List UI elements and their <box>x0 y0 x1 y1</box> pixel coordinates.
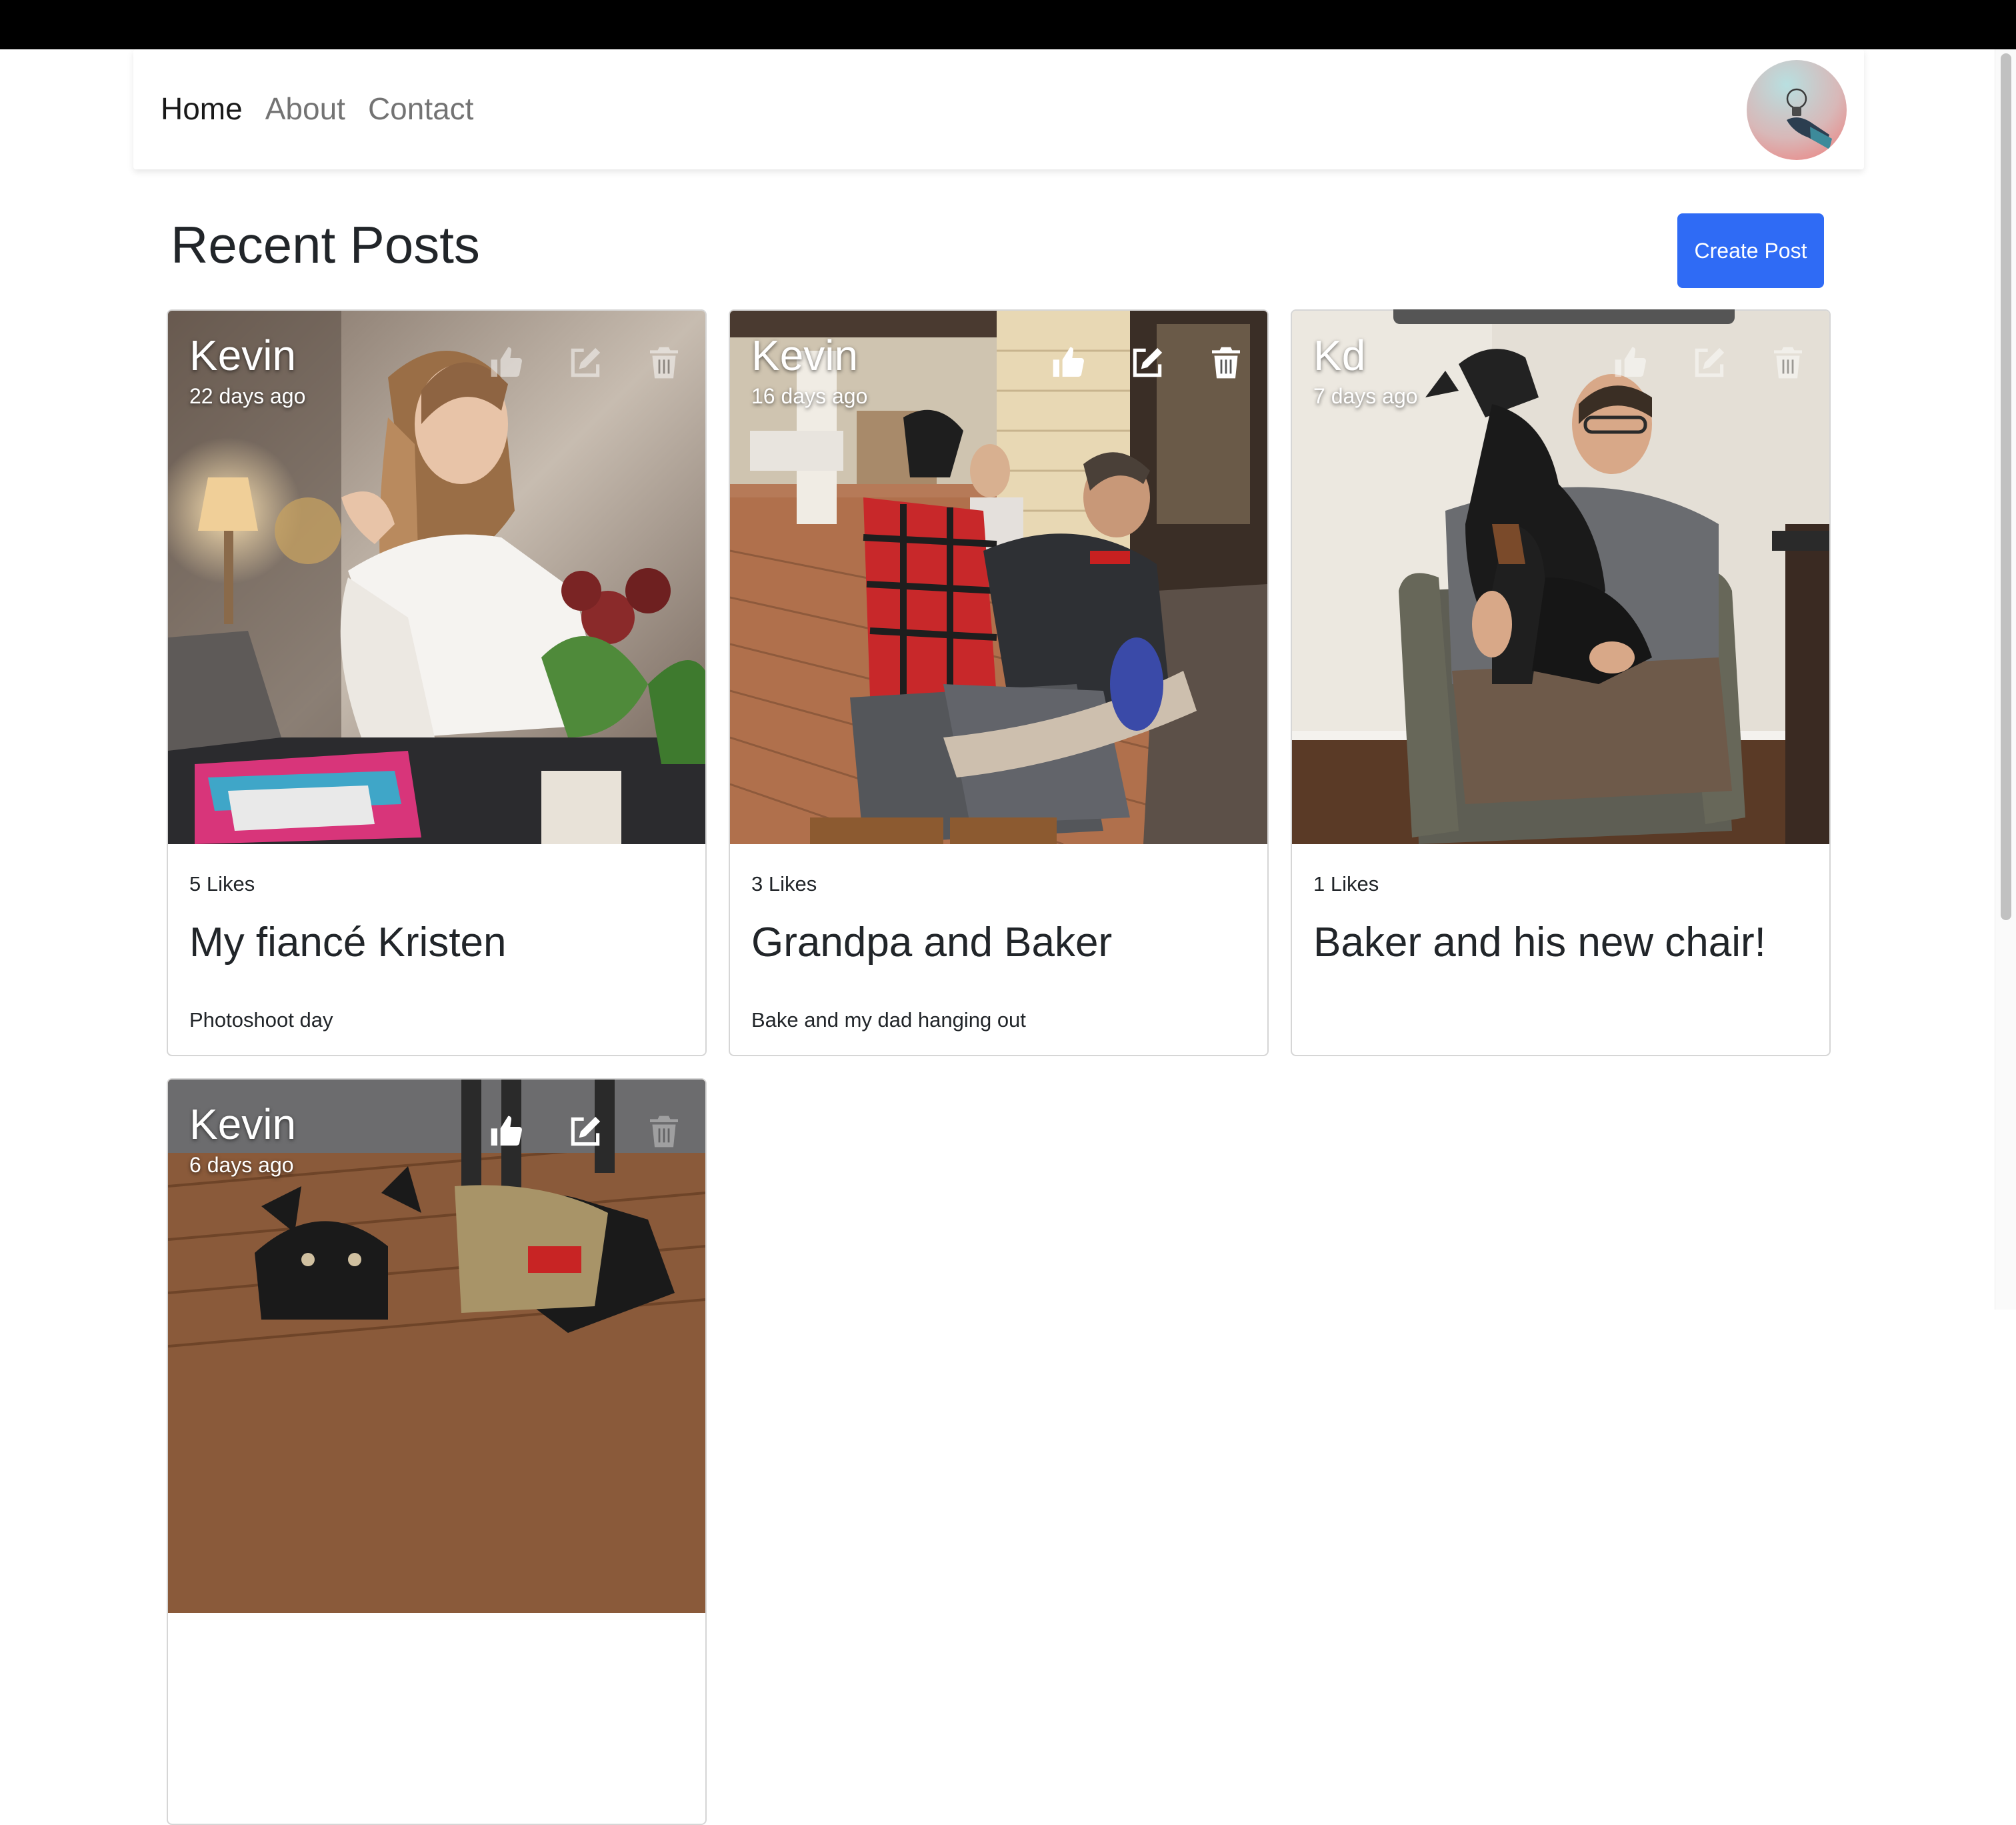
post-actions <box>1612 344 1807 381</box>
post-author: Kd <box>1313 331 1366 379</box>
edit-icon[interactable] <box>567 344 604 381</box>
post-likes: 3 Likes <box>751 872 817 895</box>
post-author: Kevin <box>189 331 297 379</box>
edit-icon[interactable] <box>567 1113 604 1150</box>
post-card: Kevin 22 days ago 5 Likes My fiancé Kris… <box>167 309 707 1056</box>
nav-links: Home About Contact <box>161 91 473 127</box>
create-post-button[interactable]: Create Post <box>1677 213 1824 288</box>
trash-icon[interactable] <box>645 1113 683 1150</box>
edit-icon[interactable] <box>1129 344 1166 381</box>
post-likes: 5 Likes <box>189 872 255 895</box>
post-actions <box>488 344 683 381</box>
post-author: Kevin <box>189 1100 297 1148</box>
top-navbar: Home About Contact <box>133 49 1864 169</box>
nav-link-contact[interactable]: Contact <box>368 91 474 127</box>
nav-link-home[interactable]: Home <box>161 91 243 127</box>
post-title: Grandpa and Baker <box>751 920 1113 966</box>
post-author: Kevin <box>751 331 859 379</box>
thumbs-up-icon[interactable] <box>1612 344 1649 381</box>
post-timestamp: 16 days ago <box>751 384 868 408</box>
post-text: Bake and my dad hanging out <box>751 1008 1026 1032</box>
post-actions <box>1050 344 1245 381</box>
post-timestamp: 7 days ago <box>1313 384 1418 408</box>
page-scrollbar[interactable] <box>1995 49 2016 1310</box>
post-card: Kevin 16 days ago 3 Likes Grandpa and Ba… <box>729 309 1269 1056</box>
trash-icon[interactable] <box>645 344 683 381</box>
nav-link-about[interactable]: About <box>265 91 345 127</box>
trash-icon[interactable] <box>1207 344 1245 381</box>
user-avatar[interactable] <box>1747 60 1847 160</box>
post-timestamp: 22 days ago <box>189 384 306 408</box>
post-actions <box>488 1113 683 1150</box>
post-card: Kd 7 days ago 1 Likes Baker and his new … <box>1291 309 1831 1056</box>
avatar-lightbulb-image <box>1786 88 1832 149</box>
post-title: Baker and his new chair! <box>1313 920 1766 966</box>
thumbs-up-icon[interactable] <box>488 344 525 381</box>
post-likes: 1 Likes <box>1313 872 1379 895</box>
edit-icon[interactable] <box>1691 344 1728 381</box>
thumbs-up-icon[interactable] <box>1050 344 1087 381</box>
post-timestamp: 6 days ago <box>189 1153 294 1177</box>
window-top-bar <box>0 0 2016 49</box>
post-title: My fiancé Kristen <box>189 920 507 966</box>
trash-icon[interactable] <box>1769 344 1807 381</box>
page-title: Recent Posts <box>171 215 480 274</box>
post-card: Kevin 6 days ago <box>167 1078 707 1825</box>
tooltip-edge <box>1393 309 1735 324</box>
post-text: Photoshoot day <box>189 1008 333 1032</box>
thumbs-up-icon[interactable] <box>488 1113 525 1150</box>
scrollbar-thumb[interactable] <box>2001 53 2011 920</box>
